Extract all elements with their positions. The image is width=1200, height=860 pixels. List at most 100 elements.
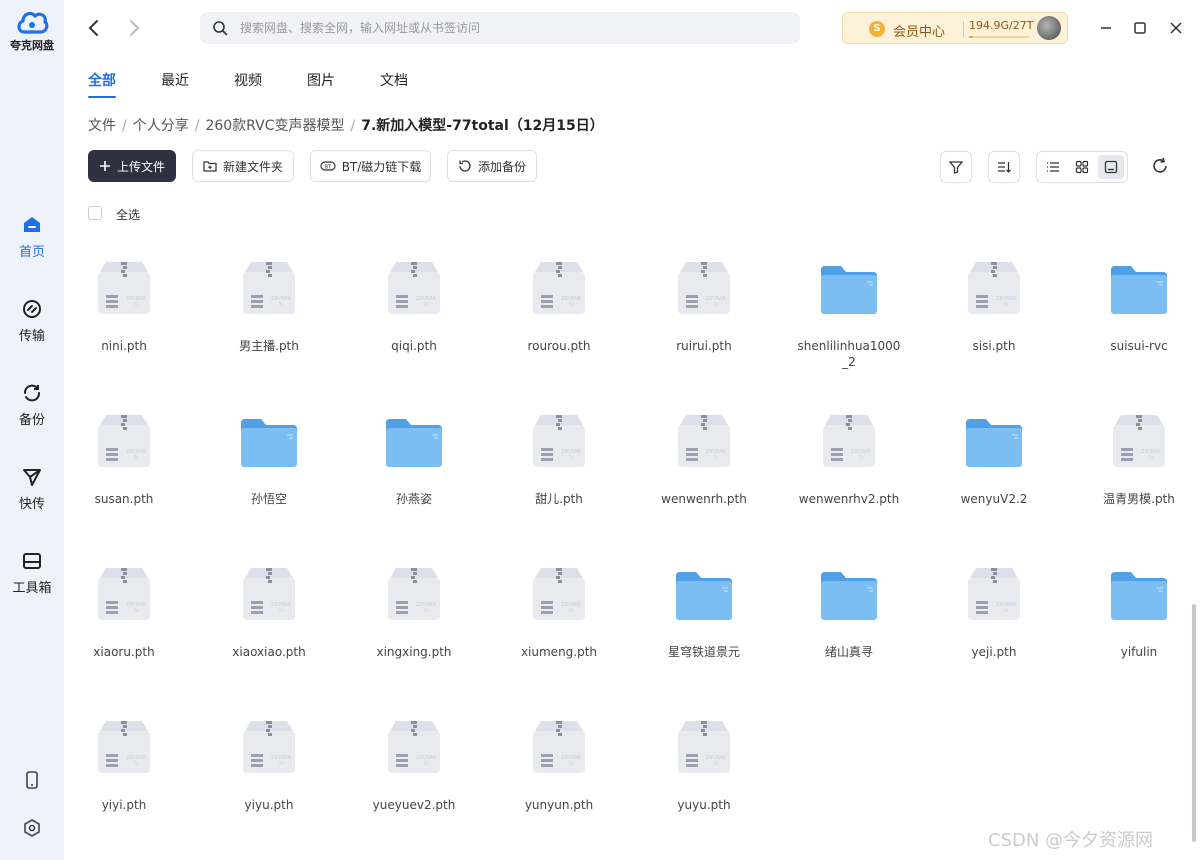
breadcrumb-item[interactable]: 文件	[88, 115, 116, 135]
file-item[interactable]: ZIP/RAR 7z xiaoru.pth	[64, 552, 184, 660]
logo-text: 夸克网盘	[10, 39, 54, 52]
upload-button[interactable]: 上传文件	[88, 150, 176, 182]
sidebar-item-quick-send[interactable]: 快传	[0, 466, 64, 512]
file-thumbnail: ZIP/RAR 7z	[964, 258, 1024, 318]
add-backup-button[interactable]: 添加备份	[447, 150, 537, 182]
file-thumbnail: ZIP/RAR 7z	[819, 411, 879, 471]
tab-video[interactable]: 视频	[234, 70, 262, 90]
close-icon[interactable]	[1166, 18, 1186, 38]
tab-image[interactable]: 图片	[307, 70, 335, 90]
file-item[interactable]: ZIP/RAR 7z qiqi.pth	[354, 246, 474, 354]
tab-recent[interactable]: 最近	[161, 70, 189, 90]
select-all-checkbox[interactable]	[88, 206, 102, 220]
folder-item[interactable]: 绪山真寻	[789, 552, 909, 660]
folder-item[interactable]: wenyuV2.2	[934, 399, 1054, 507]
file-item[interactable]: ZIP/RAR 7z xingxing.pth	[354, 552, 474, 660]
sidebar-item-toolbox[interactable]: 工具箱	[0, 550, 64, 596]
settings-icon[interactable]	[22, 818, 42, 838]
file-thumbnail: ZIP/RAR 7z	[674, 411, 734, 471]
folder-icon	[821, 572, 877, 620]
file-item[interactable]: ZIP/RAR 7z 男主播.pth	[209, 246, 329, 354]
file-item[interactable]: ZIP/RAR 7z yiyu.pth	[209, 705, 329, 813]
file-name: shenlilinhua1000_2	[797, 339, 901, 369]
sidebar-label-home: 首页	[18, 245, 45, 260]
file-item[interactable]: ZIP/RAR 7z sisi.pth	[934, 246, 1054, 354]
vip-center-button[interactable]: S 会员中心 194.9G/27T	[842, 12, 1068, 44]
forward-arrow-icon[interactable]	[124, 18, 144, 38]
file-item[interactable]: ZIP/RAR 7z 温青男模.pth	[1079, 399, 1199, 507]
grid-view-button[interactable]	[1069, 155, 1095, 179]
folder-item[interactable]: 孙悟空	[209, 399, 329, 507]
svg-text:7z: 7z	[279, 302, 284, 307]
search-bar[interactable]	[200, 12, 800, 44]
file-name: xiumeng.pth	[520, 645, 598, 659]
minimize-icon[interactable]	[1096, 18, 1116, 38]
breadcrumb-separator: /	[350, 118, 356, 134]
file-item[interactable]: ZIP/RAR 7z yuyu.pth	[644, 705, 764, 813]
sidebar-item-backup[interactable]: 备份	[0, 382, 64, 428]
sort-button[interactable]	[988, 151, 1020, 183]
file-item[interactable]: ZIP/RAR 7z yueyuev2.pth	[354, 705, 474, 813]
archive-file-icon: ZIP/RAR 7z	[823, 415, 875, 467]
file-item[interactable]: ZIP/RAR 7z rourou.pth	[499, 246, 619, 354]
storage-progress-bar	[969, 36, 1029, 38]
file-name: rourou.pth	[527, 339, 591, 353]
filter-button[interactable]	[940, 151, 972, 183]
folder-item[interactable]: shenlilinhua1000_2	[789, 246, 909, 370]
new-folder-button[interactable]: 新建文件夹	[192, 150, 294, 182]
folder-icon	[821, 266, 877, 314]
large-icon-view-button[interactable]	[1098, 155, 1124, 179]
breadcrumb-item[interactable]: 260款RVC变声器模型	[205, 115, 344, 135]
quick-send-icon	[23, 469, 41, 486]
file-thumbnail	[819, 564, 879, 624]
file-item[interactable]: ZIP/RAR 7z 甜儿.pth	[499, 399, 619, 507]
bt-download-button[interactable]: BT BT/磁力链下载	[310, 150, 431, 182]
file-item[interactable]: ZIP/RAR 7z ruirui.pth	[644, 246, 764, 354]
file-thumbnail	[819, 258, 879, 318]
sidebar-item-home[interactable]: 首页	[0, 214, 64, 260]
file-name: yuyu.pth	[677, 798, 731, 812]
file-thumbnail	[964, 411, 1024, 471]
back-arrow-icon[interactable]	[84, 18, 104, 38]
folder-item[interactable]: suisui-rvc	[1079, 246, 1199, 354]
avatar[interactable]	[1037, 16, 1061, 40]
breadcrumb-item[interactable]: 个人分享	[133, 115, 189, 135]
file-item[interactable]: ZIP/RAR 7z yeji.pth	[934, 552, 1054, 660]
storage-progress-fill	[969, 36, 973, 38]
folder-item[interactable]: 星穹铁道景元	[644, 552, 764, 660]
folder-item[interactable]: 孙燕姿	[354, 399, 474, 507]
vertical-scrollbar[interactable]	[1192, 604, 1196, 842]
new-folder-icon	[203, 161, 217, 172]
file-item[interactable]: ZIP/RAR 7z yunyun.pth	[499, 705, 619, 813]
search-input[interactable]	[240, 12, 780, 44]
folder-icon	[676, 572, 732, 620]
file-item[interactable]: ZIP/RAR 7z susan.pth	[64, 399, 184, 507]
list-icon	[1047, 162, 1059, 172]
file-item[interactable]: ZIP/RAR 7z xiumeng.pth	[499, 552, 619, 660]
file-item[interactable]: ZIP/RAR 7z wenwenrh.pth	[644, 399, 764, 507]
phone-icon[interactable]	[22, 770, 42, 790]
file-thumbnail: ZIP/RAR 7z	[239, 258, 299, 318]
svg-text:7z: 7z	[714, 761, 719, 766]
maximize-icon[interactable]	[1130, 18, 1150, 38]
file-item[interactable]: ZIP/RAR 7z nini.pth	[64, 246, 184, 354]
file-item[interactable]: ZIP/RAR 7z xiaoxiao.pth	[209, 552, 329, 660]
refresh-icon[interactable]	[1150, 156, 1170, 176]
tab-document[interactable]: 文档	[380, 70, 408, 90]
file-thumbnail: ZIP/RAR 7z	[529, 258, 589, 318]
file-thumbnail	[674, 564, 734, 624]
file-thumbnail: ZIP/RAR 7z	[94, 411, 154, 471]
svg-text:7z: 7z	[134, 608, 139, 613]
file-name: xiaoxiao.pth	[232, 645, 306, 659]
tab-all[interactable]: 全部	[88, 70, 116, 98]
file-item[interactable]: ZIP/RAR 7z yiyi.pth	[64, 705, 184, 813]
list-view-button[interactable]	[1040, 155, 1066, 179]
sidebar: 夸克网盘 首页 传输 备份 快传 工具箱	[0, 0, 64, 860]
file-item[interactable]: ZIP/RAR 7z wenwenrhv2.pth	[789, 399, 909, 507]
archive-file-icon: ZIP/RAR 7z	[1113, 415, 1165, 467]
sidebar-label-toolbox: 工具箱	[12, 581, 52, 596]
folder-item[interactable]: yifulin	[1079, 552, 1199, 660]
app-logo[interactable]: 夸克网盘	[0, 8, 64, 53]
sidebar-item-transfer[interactable]: 传输	[0, 298, 64, 344]
plus-icon	[99, 161, 110, 171]
